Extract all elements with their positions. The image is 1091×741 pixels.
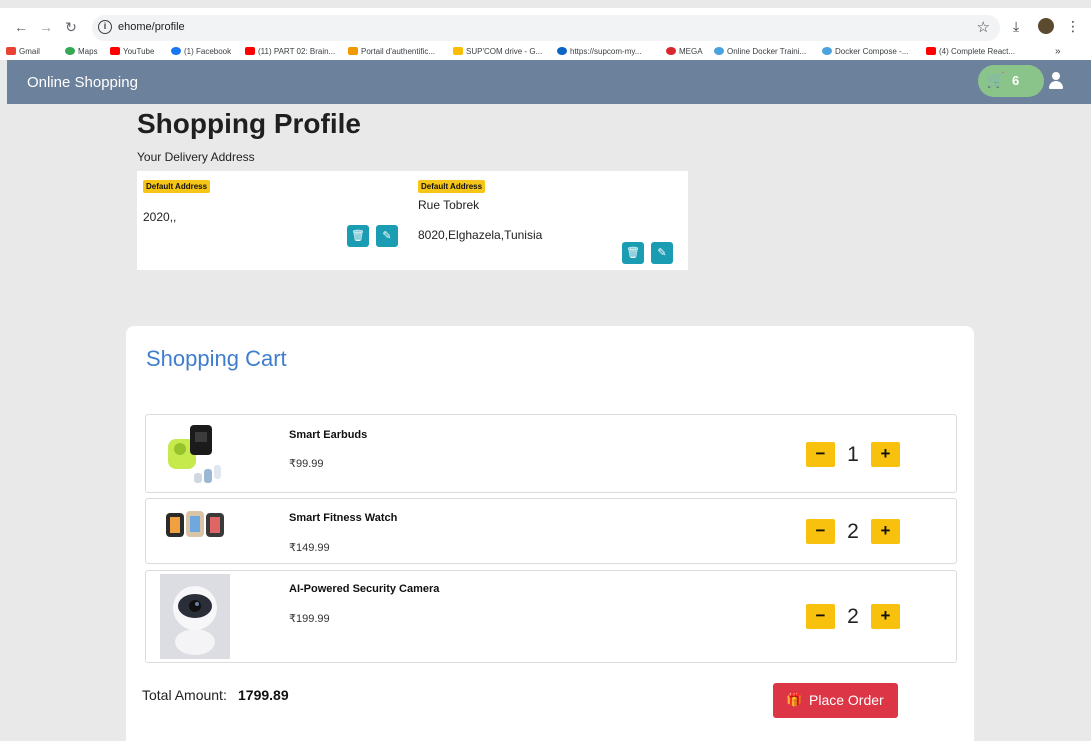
address-line: Rue Tobrek	[418, 198, 480, 212]
url-text[interactable]: ehome/profile	[118, 21, 185, 33]
edit-icon: ✎	[382, 230, 392, 242]
bookmark-item[interactable]: Portail d'authentific...	[348, 47, 435, 56]
docker-icon	[714, 47, 724, 55]
drive-icon	[453, 47, 463, 55]
watch-image	[166, 511, 224, 537]
decrease-quantity-button[interactable]: −	[806, 519, 835, 544]
quantity-value: 2	[847, 605, 859, 628]
edit-icon: ✎	[657, 247, 667, 259]
browser-window: ← → ↻ i ehome/profile ☆ ⤓ ⋮ Gmail Maps Y…	[0, 0, 1091, 741]
default-address-badge: Default Address	[143, 180, 211, 193]
product-price: ₹149.99	[289, 542, 330, 554]
trash-icon: 🗑	[351, 230, 365, 242]
address-line: 2020,,	[143, 210, 177, 224]
forward-arrow-icon[interactable]: →	[37, 18, 55, 36]
edit-address-button[interactable]: ✎	[651, 242, 673, 264]
bookmark-item[interactable]: (11) PART 02: Brain...	[245, 47, 335, 56]
quantity-value: 2	[847, 520, 859, 543]
address-bar[interactable]: i ehome/profile ☆	[92, 15, 1000, 41]
portal-icon	[348, 47, 358, 55]
menu-kebab-icon[interactable]: ⋮	[1066, 18, 1080, 35]
shopping-cart-panel: Shopping Cart Smart Earbuds ₹99.99 − 1 +	[126, 326, 974, 741]
bookmark-item[interactable]: Docker Compose -...	[822, 47, 908, 56]
cart-title: Shopping Cart	[146, 346, 287, 371]
cart-item: AI-Powered Security Camera ₹199.99 − 2 +	[145, 570, 957, 663]
bookmark-item[interactable]: Maps	[65, 47, 98, 56]
bookmark-item[interactable]: SUP'COM drive - G...	[453, 47, 542, 56]
mega-icon	[666, 47, 676, 55]
bookmark-star-icon[interactable]: ☆	[977, 18, 990, 36]
onedrive-icon	[557, 47, 567, 55]
docker-icon	[822, 47, 832, 55]
increase-quantity-button[interactable]: +	[871, 604, 900, 629]
product-price: ₹99.99	[289, 458, 324, 470]
bookmark-item[interactable]: https://supcom-my...	[557, 47, 641, 56]
bookmark-item[interactable]: Gmail	[6, 47, 40, 56]
page-title: Shopping Profile	[137, 108, 361, 139]
cart-count: 6	[1012, 73, 1020, 88]
decrease-quantity-button[interactable]: −	[806, 442, 835, 467]
increase-quantity-button[interactable]: +	[871, 442, 900, 467]
reload-icon[interactable]: ↻	[62, 18, 80, 36]
default-address-badge: Default Address	[418, 180, 486, 193]
increase-quantity-button[interactable]: +	[871, 519, 900, 544]
gift-icon: 🎁	[786, 692, 803, 707]
bookmark-item[interactable]: Online Docker Traini...	[714, 47, 806, 56]
camera-image	[160, 574, 230, 659]
gmail-icon	[6, 47, 16, 55]
delivery-address-heading: Your Delivery Address	[137, 150, 255, 164]
user-icon[interactable]	[1048, 72, 1064, 90]
earbuds-image	[168, 425, 221, 483]
product-name: Smart Fitness Watch	[289, 512, 398, 524]
product-name: AI-Powered Security Camera	[289, 583, 440, 595]
facebook-icon	[171, 47, 181, 55]
cart-icon: 🛒	[986, 72, 1005, 89]
bookmarks-bar: Gmail Maps YouTube (1) Facebook (11) PAR…	[0, 46, 1091, 60]
edit-address-button[interactable]: ✎	[376, 225, 398, 247]
bookmark-item[interactable]: (4) Complete React...	[926, 47, 1015, 56]
cart-item: Smart Earbuds ₹99.99 − 1 +	[145, 414, 957, 493]
address-card: Default Address Rue Tobrek 8020,Elghazel…	[412, 171, 688, 270]
brand-link[interactable]: Online Shopping	[27, 74, 138, 91]
bookmark-item[interactable]: YouTube	[110, 47, 154, 56]
decrease-quantity-button[interactable]: −	[806, 604, 835, 629]
profile-avatar[interactable]	[1038, 18, 1054, 34]
place-order-button[interactable]: 🎁 Place Order	[773, 683, 898, 718]
delete-address-button[interactable]: 🗑	[347, 225, 369, 247]
youtube-icon	[110, 47, 120, 55]
app-navbar: Online Shopping 🛒 6	[7, 60, 1091, 104]
back-arrow-icon[interactable]: ←	[12, 18, 30, 36]
browser-toolbar: ← → ↻ i ehome/profile ☆ ⤓ ⋮	[0, 8, 1091, 46]
bookmark-item[interactable]: MEGA	[666, 47, 703, 56]
cart-item: Smart Fitness Watch ₹149.99 − 2 +	[145, 498, 957, 564]
quantity-value: 1	[847, 443, 859, 466]
product-price: ₹199.99	[289, 613, 330, 625]
delete-address-button[interactable]: 🗑	[622, 242, 644, 264]
total-amount-value: 1799.89	[238, 687, 289, 703]
bookmark-item[interactable]: (1) Facebook	[171, 47, 231, 56]
site-info-icon[interactable]: i	[98, 20, 112, 34]
cart-button[interactable]: 🛒 6	[978, 65, 1044, 97]
product-name: Smart Earbuds	[289, 429, 368, 441]
trash-icon: 🗑	[626, 247, 640, 259]
download-icon[interactable]: ⤓	[1013, 18, 1019, 35]
maps-icon	[65, 47, 75, 55]
address-line: 8020,Elghazela,Tunisia	[418, 228, 543, 242]
address-card: Default Address 2020,, 🗑 ✎	[137, 171, 412, 270]
total-amount-label: Total Amount:	[142, 687, 227, 703]
youtube-icon	[926, 47, 936, 55]
more-bookmarks-button[interactable]: »	[1055, 46, 1061, 57]
place-order-label: Place Order	[809, 692, 884, 708]
youtube-icon	[245, 47, 255, 55]
